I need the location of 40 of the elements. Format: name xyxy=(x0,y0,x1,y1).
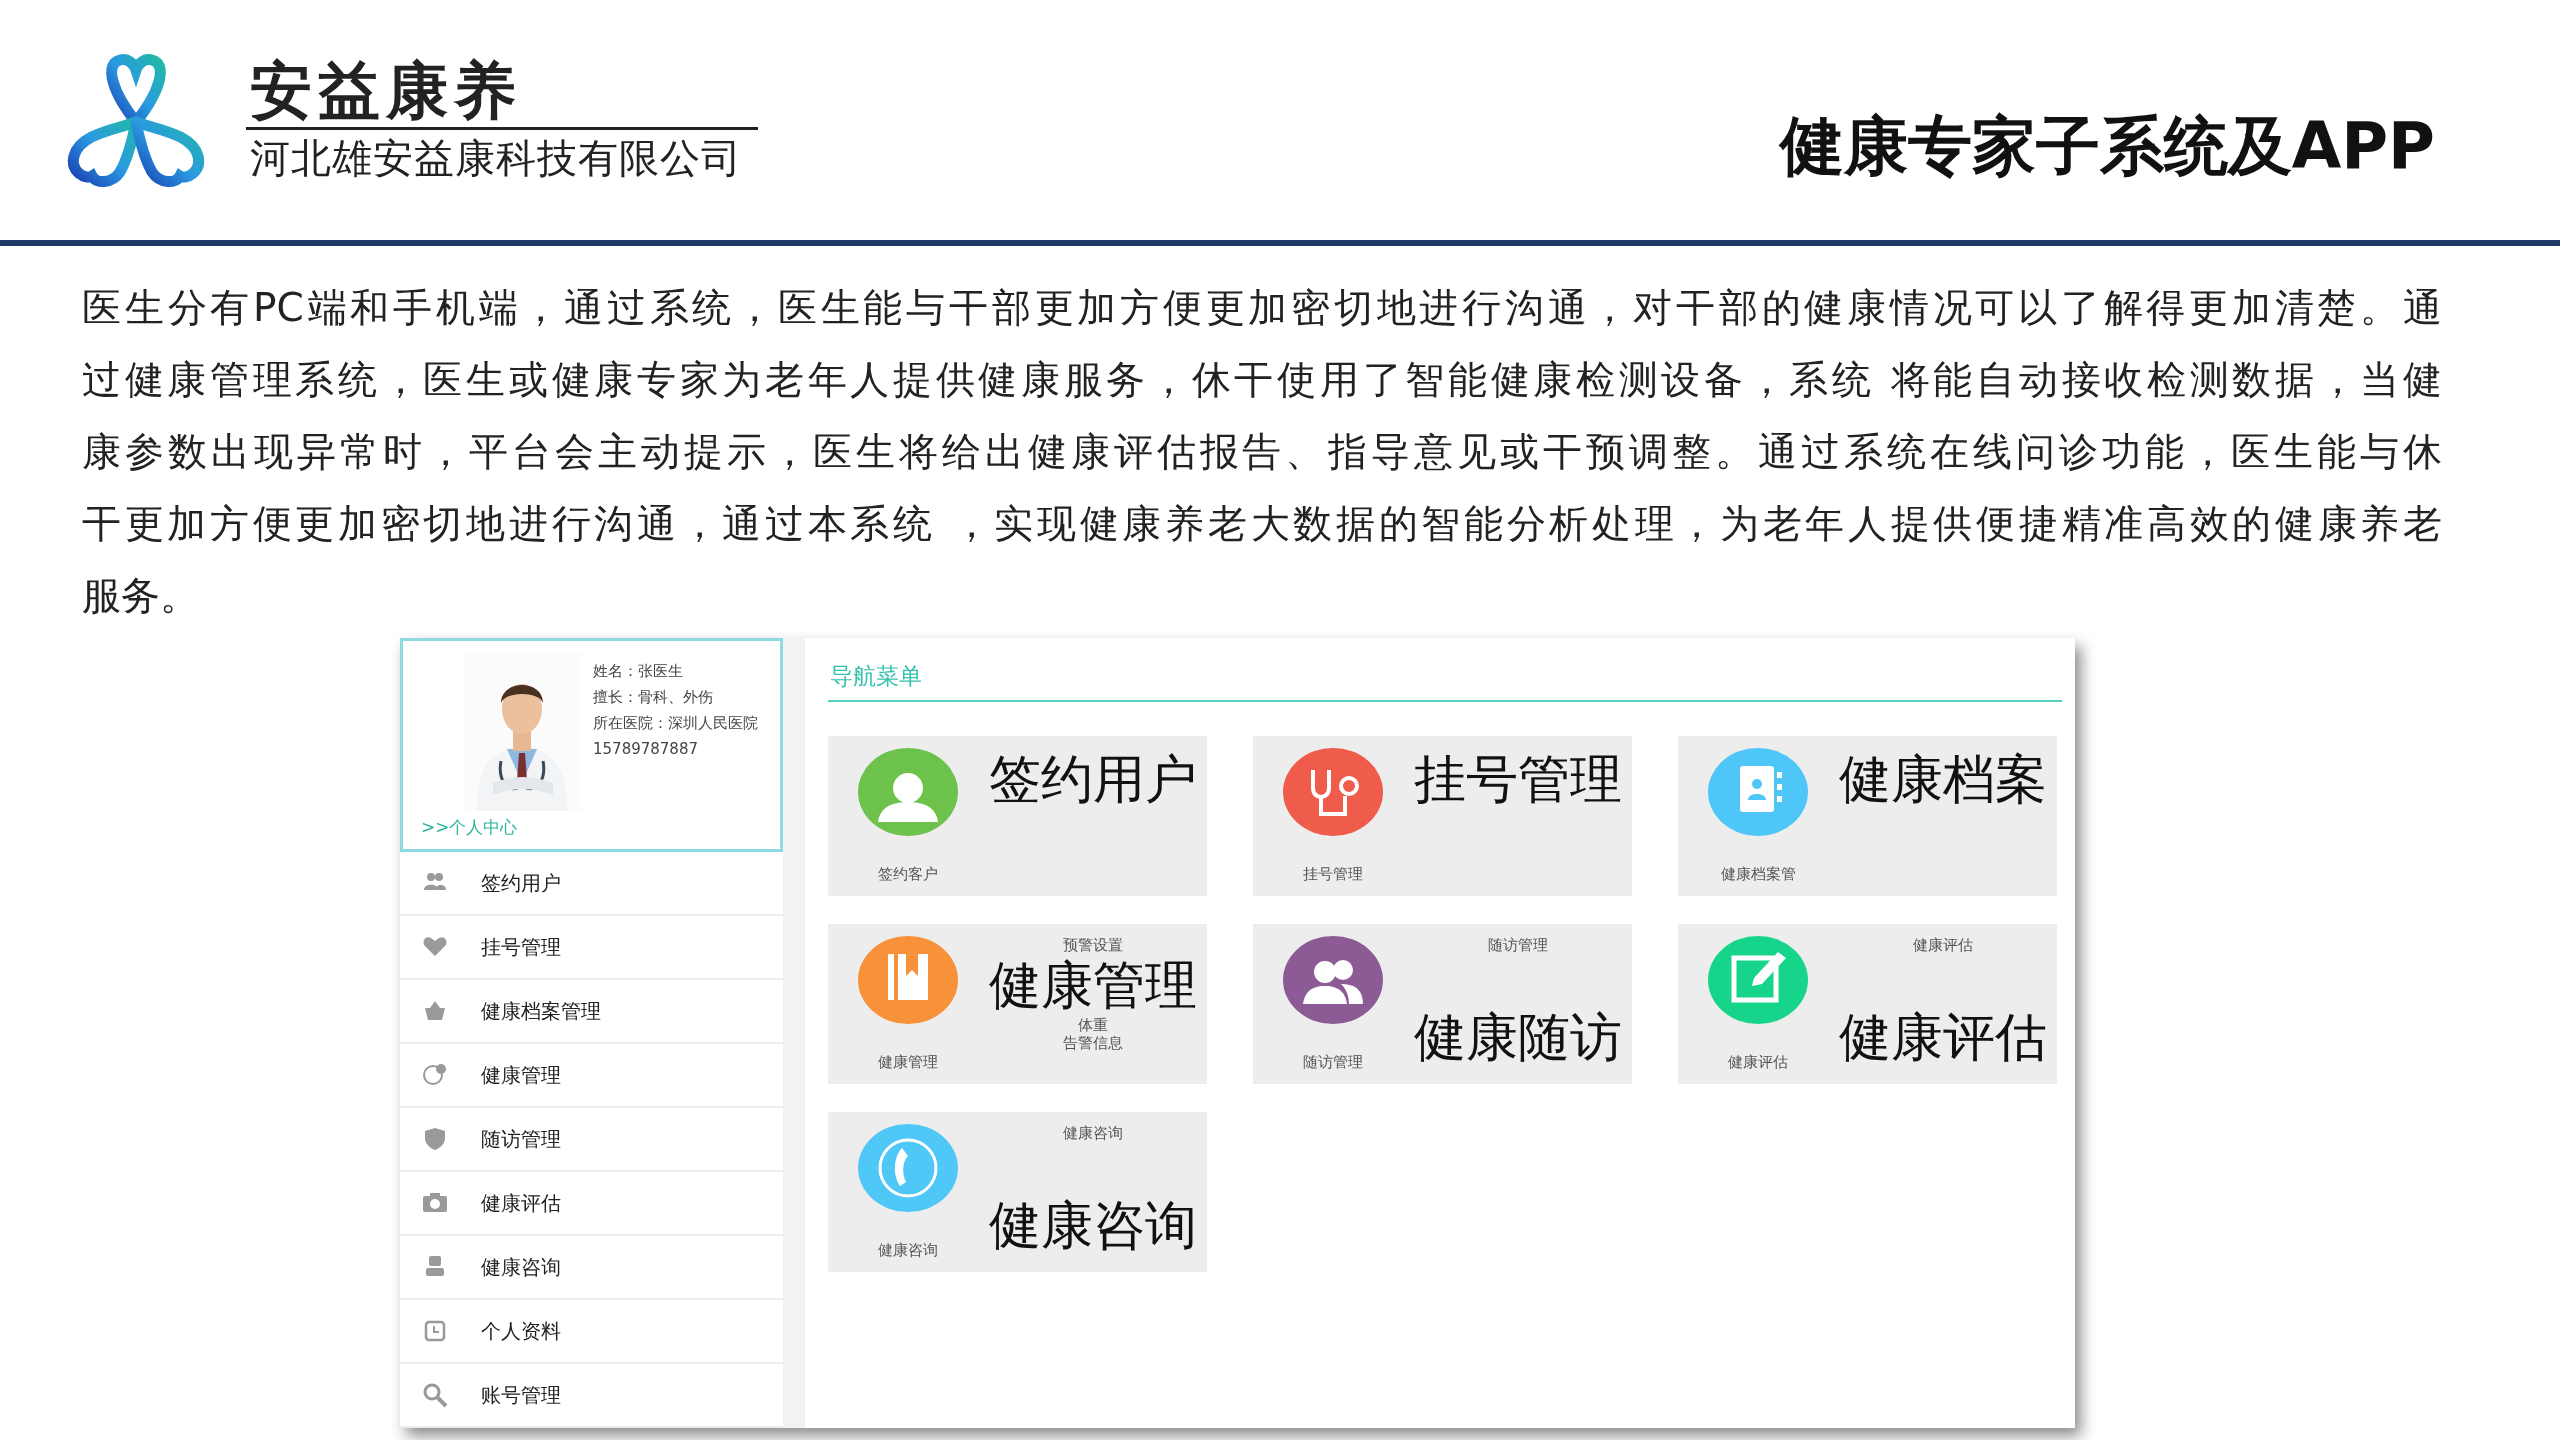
tile-note: 随访管理 xyxy=(1487,936,1548,954)
tile-title: 健康随访 xyxy=(1413,1006,1622,1068)
tile-caption: 挂号管理 xyxy=(1303,865,1363,884)
tile-caption: 随访管理 xyxy=(1303,1053,1363,1072)
company-name: 河北雄安益康科技有限公司 xyxy=(249,133,743,183)
tile-title: 签约用户 xyxy=(988,748,1197,810)
tile-caption: 健康咨询 xyxy=(878,1241,938,1260)
tile-note: 健康咨询 xyxy=(1062,1124,1123,1142)
menu-icon xyxy=(422,1062,448,1088)
profile-text: 擅长：骨科、外伤 xyxy=(593,687,714,707)
menu-icon xyxy=(422,1382,448,1408)
tile-title: 健康档案 xyxy=(1838,748,2047,810)
tile-title: 健康管理 xyxy=(988,954,1197,1016)
tile-note: 告警信息 xyxy=(1062,1034,1123,1052)
nav-tile[interactable]: 健康管理 预警设置 健康管理 体重 告警信息 xyxy=(828,924,1207,1084)
slide-title: 健康专家子系统及APP xyxy=(1779,107,2435,185)
profile-text: 所在医院：深圳人民医院 xyxy=(593,713,759,733)
tile-caption: 健康评估 xyxy=(1728,1053,1788,1072)
menu-icon xyxy=(422,1126,448,1152)
brand-name: 安益康养 xyxy=(246,54,758,130)
tile-caption: 健康档案管 xyxy=(1720,865,1796,884)
menu-icon xyxy=(422,1318,448,1344)
tile-title: 挂号管理 xyxy=(1413,748,1622,810)
tile-note: 健康评估 xyxy=(1912,936,1973,954)
tile-title: 健康评估 xyxy=(1838,1006,2047,1068)
tile-note: 预警设置 xyxy=(1062,936,1123,954)
tile-caption: 健康管理 xyxy=(878,1053,938,1072)
nav-tile[interactable]: 签约客户 签约用户 xyxy=(828,736,1207,896)
nav-tile[interactable]: 健康咨询 健康咨询 健康咨询 xyxy=(828,1112,1207,1272)
profile-text: 姓名：张医生 xyxy=(593,661,684,681)
nav-menu-title: 导航菜单 xyxy=(829,662,922,691)
profile-text: 15789787887 xyxy=(593,739,699,759)
nav-tile[interactable]: 健康评估 健康评估 健康评估 xyxy=(1678,924,2057,1084)
tile-note: 体重 xyxy=(1077,1016,1108,1034)
nav-tile[interactable]: 挂号管理 挂号管理 xyxy=(1253,736,1632,896)
tile-caption: 签约客户 xyxy=(878,865,938,884)
intro-paragraph: 医生分有PC端和手机端，通过系统，医生能与干部更加方便更加密切地进行沟通，对干部的健康情况可以了解得更加清楚。通 过健康管理系统，医生或健康专家为老年人提供健康服务，休干使用了智能健康检测设备，系统 将能自动接收检测数据，当健 康参数出现异常时，平台会主动提示，医生将给出健康评估报告、指导意见或干预调整。通过系统在线问诊功能，医生能与休 干更加方便更加密切地进行沟通，通过本系统 ，实现健康养老大数据的智能分析处理，为老年人提供便捷精准高效的健康养老 服务。 xyxy=(82,284,2442,620)
nav-tile[interactable]: 健康档案管 健康档案 xyxy=(1678,736,2057,896)
tile-title: 健康咨询 xyxy=(988,1194,1197,1256)
nav-tile[interactable]: 随访管理 随访管理 健康随访 xyxy=(1253,924,1632,1084)
